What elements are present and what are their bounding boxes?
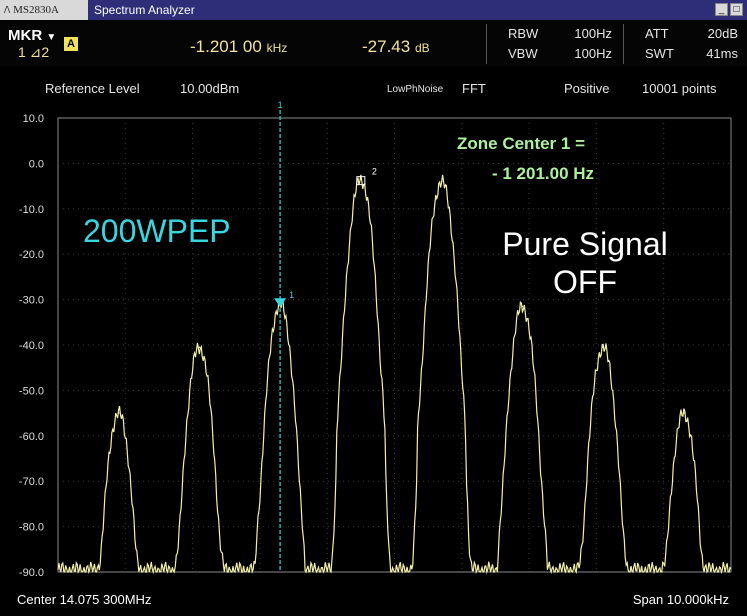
y-tick-label: -50.0 [19,385,44,397]
peak-point [683,412,685,414]
y-tick-label: -70.0 [19,476,44,488]
spectrum-plot[interactable]: 10.0 0.0 -10.0 -20.0 -30.0 -40.0 -50.0 -60.0 -70… [0,0,747,616]
center-frequency: Center 14.075 300MHz [17,592,152,607]
zone-center-label: Zone Center 1 = [457,134,585,153]
y-tick-label: 10.0 [23,113,44,125]
y-tick-label: -20.0 [19,249,44,261]
y-tick-label: -40.0 [19,340,44,352]
zone-center-value: - 1 201.00 Hz [492,164,594,183]
y-tick-label: -60.0 [19,431,44,443]
peak-point [198,346,201,349]
power-annotation: 200WPEP [83,213,231,249]
pure-signal-label: Pure Signal [502,226,667,262]
marker-1-label: 1 [289,290,294,300]
y-tick-label: -90.0 [19,567,44,579]
marker-1-top-label: 1 [278,100,283,110]
peak-point [117,412,120,414]
peak-point [521,305,524,308]
peak-point [602,346,604,349]
peak-point [360,178,362,181]
marker-1-triangle[interactable] [274,298,287,308]
y-tick-label: -80.0 [19,522,44,534]
y-tick-label: 0.0 [29,158,44,170]
y-tick-label: -30.0 [19,295,44,307]
span-frequency: Span 10.000kHz [632,592,729,607]
y-tick-label: -10.0 [19,204,44,216]
peak-point [440,180,443,183]
pure-signal-state: OFF [553,264,617,300]
marker-2-label: 2 [372,167,377,177]
